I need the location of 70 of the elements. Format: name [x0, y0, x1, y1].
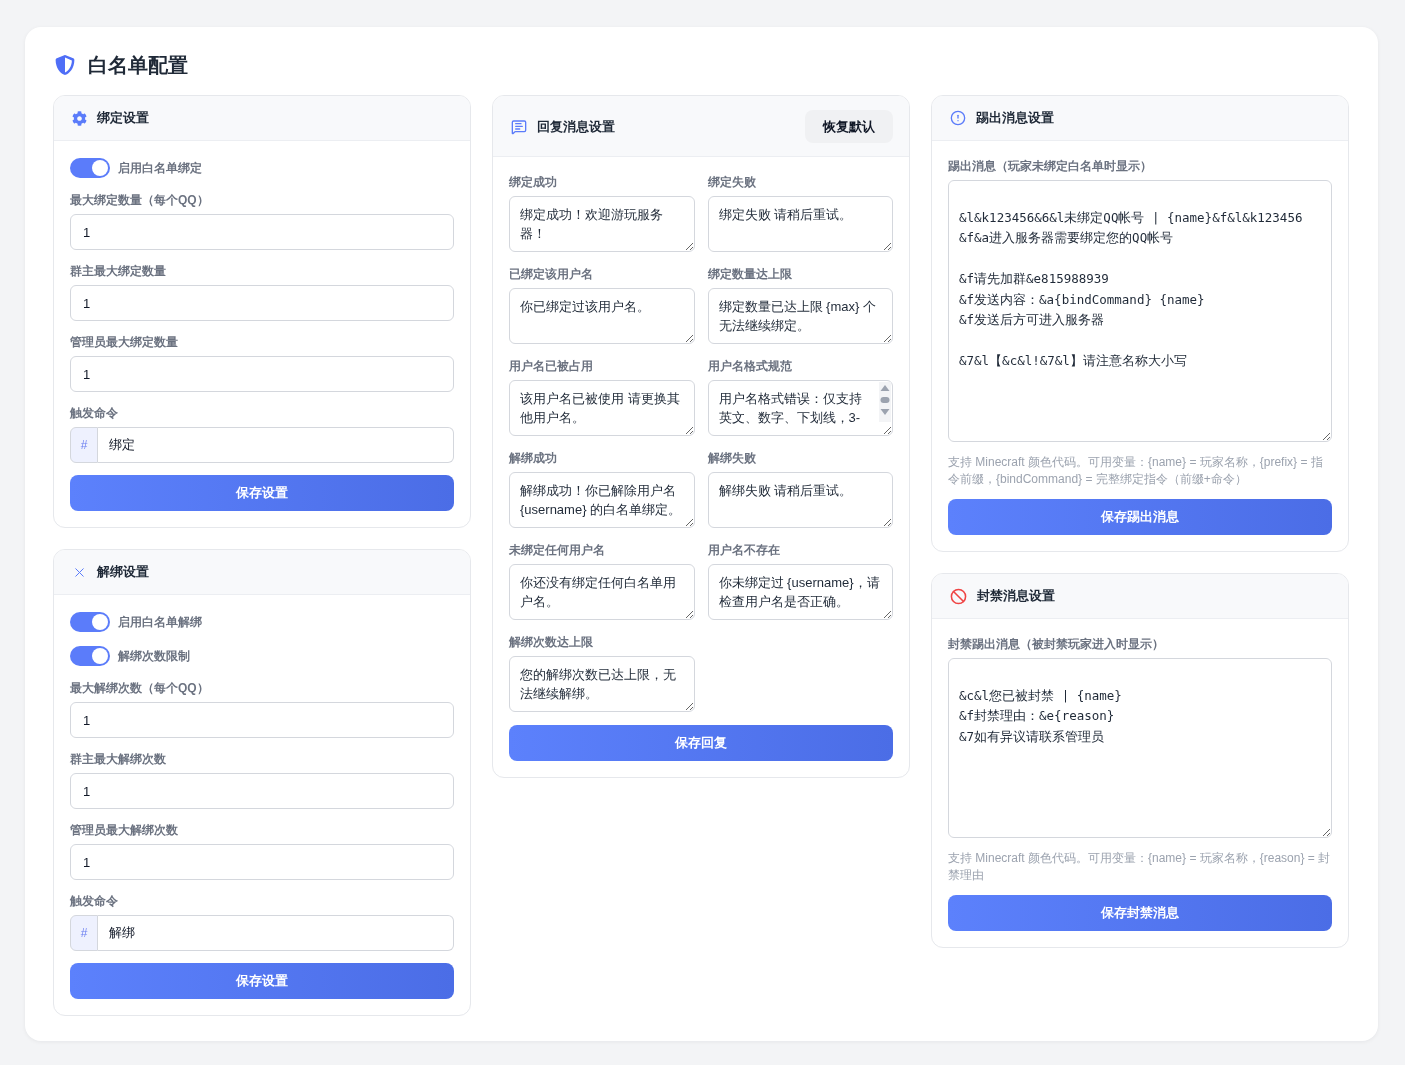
field-label: 未绑定任何用户名 [509, 542, 606, 559]
reset-button[interactable]: 恢复默认 [805, 110, 893, 143]
field-label: 管理员最大解绑次数 [70, 822, 179, 839]
field-label: 用户名不存在 [707, 542, 781, 559]
field-label: 封禁踢出消息（被封禁玩家进入时显示） [948, 636, 1165, 653]
message-field[interactable]: 你未绑定过 {username}，请检查用户名是否正确。 [707, 564, 893, 620]
message-field[interactable]: 绑定失败 请稍后重试。 [707, 196, 893, 252]
panel-title: 封禁消息设置 [977, 587, 1055, 605]
ban-icon [950, 587, 967, 605]
panel-title: 回复消息设置 [537, 117, 615, 136]
field-label: 用户名格式规范 [707, 358, 793, 375]
message-field[interactable]: 该用户名已被使用 请更换其他用户名。 [509, 380, 695, 436]
field-label: 触发命令 [70, 405, 119, 422]
save-button[interactable]: 保存封禁消息 [948, 895, 1332, 931]
save-button[interactable]: 保存回复 [509, 725, 893, 761]
message-field[interactable]: 你还没有绑定任何白名单用户名。 [509, 564, 695, 620]
toggle-switch[interactable] [70, 612, 110, 632]
field-label: 解绑成功 [509, 450, 558, 467]
message-field[interactable]: 解绑失败 请稍后重试。 [707, 472, 893, 528]
message-field[interactable]: &l&k123456&6&l未绑定QQ帐号 | {name}&f&l&k123456 &f&a进入服务器需要绑定您的QQ帐号 &f请先加群&e815988939 &f发送内容：&a{bindCommand} {name} &f发送后方可进入服务器 &7&l【&c&l!&7&l】请注意名称大小写 [948, 180, 1332, 442]
page-title: 白名单配置 [88, 53, 188, 78]
toggle-switch[interactable] [70, 646, 110, 666]
toggle-label: 解绑次数限制 [118, 648, 190, 665]
field-label: 绑定成功 [509, 174, 558, 191]
message-field[interactable]: 您的解绑次数已达上限，无法继续解绑。 [509, 656, 695, 712]
save-button[interactable]: 保存设置 [70, 963, 454, 999]
command-field[interactable]: 解绑 [98, 915, 454, 951]
field-label: 用户名已被占用 [509, 358, 594, 375]
field-label: 最大绑定数量（每个QQ） [70, 192, 210, 209]
help-text: 支持 Minecraft 颜色代码。可用变量：{name} = 玩家名称，{prefix} = 指令前缀，{bindCommand} = 完整绑定指令（前缀+命令） [948, 454, 1324, 488]
field-label: 群主最大绑定数量 [70, 263, 167, 280]
number-field[interactable]: 1 [70, 356, 454, 392]
shield-icon [55, 55, 75, 75]
number-field[interactable]: 1 [70, 773, 454, 809]
field-label: 踢出消息（玩家未绑定白名单时显示） [948, 158, 1153, 175]
panel-title: 绑定设置 [97, 109, 149, 127]
field-label: 绑定数量达上限 [707, 266, 793, 283]
field-label: 触发命令 [70, 893, 119, 910]
help-text: 支持 Minecraft 颜色代码。可用变量：{name} = 玩家名称，{reason} = 封禁理由 [948, 850, 1332, 884]
message-field[interactable]: 解绑成功！你已解除用户名 {username} 的白名单绑定。 [509, 472, 695, 528]
save-button[interactable]: 保存设置 [70, 475, 454, 511]
field-label: 解绑失败 [707, 450, 757, 467]
alert-circle-icon [950, 110, 966, 126]
number-field[interactable]: 1 [70, 285, 454, 321]
panel-title: 踢出消息设置 [976, 109, 1054, 127]
number-field[interactable]: 1 [70, 214, 454, 250]
field-label: 解绑次数达上限 [509, 634, 594, 651]
message-field[interactable]: 绑定数量已达上限 {max} 个无法继续绑定。 [707, 288, 893, 344]
number-field[interactable]: 1 [70, 702, 454, 738]
message-icon [511, 118, 527, 135]
message-field[interactable]: 你已绑定过该用户名。 [509, 288, 695, 344]
message-field[interactable]: 用户名格式错误：仅支持英文、数字、下划线，3- [707, 380, 893, 436]
message-field[interactable]: &c&l您已被封禁 | {name} &f封禁理由：&e{reason} &7如有异议请联系管理员 [948, 658, 1332, 838]
command-field[interactable]: 绑定 [98, 427, 454, 463]
toggle-switch[interactable] [70, 158, 110, 178]
field-label: 群主最大解绑次数 [70, 751, 167, 768]
field-label: 最大解绑次数（每个QQ） [70, 680, 210, 697]
message-field[interactable]: 绑定成功！欢迎游玩服务器！ [509, 196, 695, 252]
scrollbar[interactable] [879, 382, 891, 422]
command-prefix: # [70, 915, 98, 951]
number-field[interactable]: 1 [70, 844, 454, 880]
save-button[interactable]: 保存踢出消息 [948, 499, 1332, 535]
gear-icon [72, 110, 87, 126]
field-label: 已绑定该用户名 [509, 266, 594, 283]
command-prefix: # [70, 427, 98, 463]
panel-title: 解绑设置 [97, 563, 149, 581]
field-label: 管理员最大绑定数量 [70, 334, 179, 351]
toggle-label: 启用白名单绑定 [118, 160, 202, 177]
toggle-label: 启用白名单解绑 [118, 614, 202, 631]
field-label: 绑定失败 [707, 174, 757, 191]
